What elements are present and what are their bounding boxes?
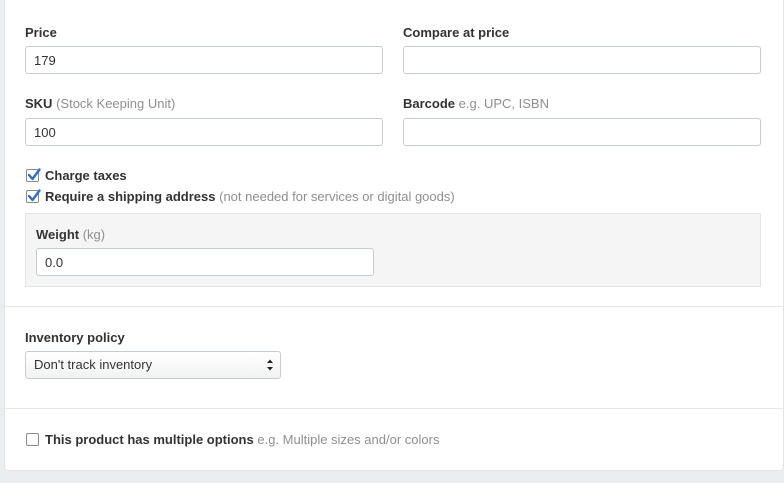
weight-label-text: Weight xyxy=(36,227,80,242)
charge-taxes-label[interactable]: Charge taxes xyxy=(45,168,127,183)
multiple-options-checkbox[interactable] xyxy=(26,433,39,446)
multiple-options-label-text: This product has multiple options xyxy=(45,432,254,447)
barcode-label: Barcode e.g. UPC, ISBN xyxy=(403,96,549,111)
select-arrows-icon xyxy=(267,359,273,371)
weight-input[interactable] xyxy=(36,248,374,276)
require-shipping-checkbox[interactable] xyxy=(26,189,41,203)
barcode-hint: e.g. UPC, ISBN xyxy=(458,96,549,111)
sku-label-text: SKU xyxy=(25,96,53,111)
sku-hint: (Stock Keeping Unit) xyxy=(56,96,176,111)
inventory-policy-selected-value: Don't track inventory xyxy=(34,357,153,372)
checkmark-icon xyxy=(27,168,41,181)
multiple-options-label[interactable]: This product has multiple options e.g. M… xyxy=(45,432,439,447)
section-divider xyxy=(5,408,784,409)
weight-label: Weight (kg) xyxy=(36,227,105,242)
weight-panel: Weight (kg) xyxy=(25,213,761,287)
product-pricing-card: Price Compare at price SKU (Stock Keepin… xyxy=(4,0,784,471)
multiple-options-hint: e.g. Multiple sizes and/or colors xyxy=(257,432,440,447)
barcode-label-text: Barcode xyxy=(403,96,456,111)
inventory-policy-select[interactable]: Don't track inventory xyxy=(25,351,281,379)
require-shipping-hint: (not needed for services or digital good… xyxy=(219,189,455,204)
compare-at-price-input[interactable] xyxy=(403,46,761,74)
price-label: Price xyxy=(25,25,57,40)
section-divider xyxy=(5,306,784,307)
checkmark-icon xyxy=(27,189,41,202)
require-shipping-label[interactable]: Require a shipping address (not needed f… xyxy=(45,189,455,204)
inventory-policy-label: Inventory policy xyxy=(25,330,125,345)
barcode-input[interactable] xyxy=(403,118,761,146)
sku-input[interactable] xyxy=(25,118,383,146)
sku-label: SKU (Stock Keeping Unit) xyxy=(25,96,175,111)
compare-at-price-label: Compare at price xyxy=(403,25,510,40)
charge-taxes-checkbox[interactable] xyxy=(26,168,41,182)
require-shipping-label-text: Require a shipping address xyxy=(45,189,216,204)
weight-unit-hint: (kg) xyxy=(82,227,106,242)
price-input[interactable] xyxy=(25,46,383,74)
